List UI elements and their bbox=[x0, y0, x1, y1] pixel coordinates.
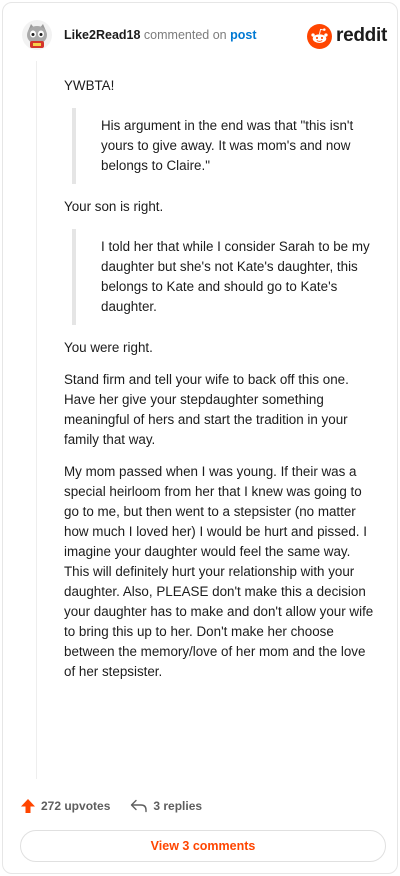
reddit-logo[interactable]: reddit bbox=[307, 23, 387, 49]
blockquote: I told her that while I consider Sarah t… bbox=[72, 229, 376, 325]
comment-paragraph: Stand firm and tell your wife to back of… bbox=[64, 372, 349, 447]
upvote-arrow-icon bbox=[21, 799, 35, 813]
comment-paragraph: My mom passed when I was young. If their… bbox=[64, 464, 374, 679]
view-comments-button[interactable]: View 3 comments bbox=[20, 830, 386, 862]
reply-count: 3 replies bbox=[153, 799, 203, 813]
reddit-wordmark: reddit bbox=[336, 25, 387, 46]
upvote-button[interactable]: 272 upvotes bbox=[20, 798, 110, 814]
comment-meta: Like2Read18 commented on post bbox=[64, 28, 256, 42]
blockquote: His argument in the end was that "this i… bbox=[72, 108, 376, 184]
comment-paragraph: You were right. bbox=[64, 340, 153, 355]
thread-line[interactable] bbox=[36, 61, 37, 779]
action-text: commented on bbox=[143, 28, 227, 42]
comment-header: Like2Read18 commented on post reddit bbox=[21, 19, 387, 53]
quote-text: His argument in the end was that "this i… bbox=[101, 118, 354, 173]
reply-arrow-icon bbox=[131, 799, 148, 813]
reddit-snoo-icon bbox=[307, 23, 333, 49]
comment-body: YWBTA! His argument in the end was that "… bbox=[64, 76, 376, 694]
comment-actions: 272 upvotes 3 replies bbox=[20, 795, 202, 817]
avatar-icon bbox=[22, 20, 52, 50]
username-link[interactable]: Like2Read18 bbox=[64, 28, 140, 42]
comment-card: Like2Read18 commented on post reddit YWB… bbox=[2, 2, 398, 874]
quote-text: I told her that while I consider Sarah t… bbox=[101, 239, 370, 314]
replies-button[interactable]: 3 replies bbox=[130, 799, 202, 813]
upvote-count: 272 upvotes bbox=[41, 799, 111, 813]
post-link[interactable]: post bbox=[230, 28, 256, 42]
comment-paragraph: YWBTA! bbox=[64, 78, 115, 93]
comment-paragraph: Your son is right. bbox=[64, 199, 164, 214]
user-avatar[interactable] bbox=[21, 19, 53, 51]
